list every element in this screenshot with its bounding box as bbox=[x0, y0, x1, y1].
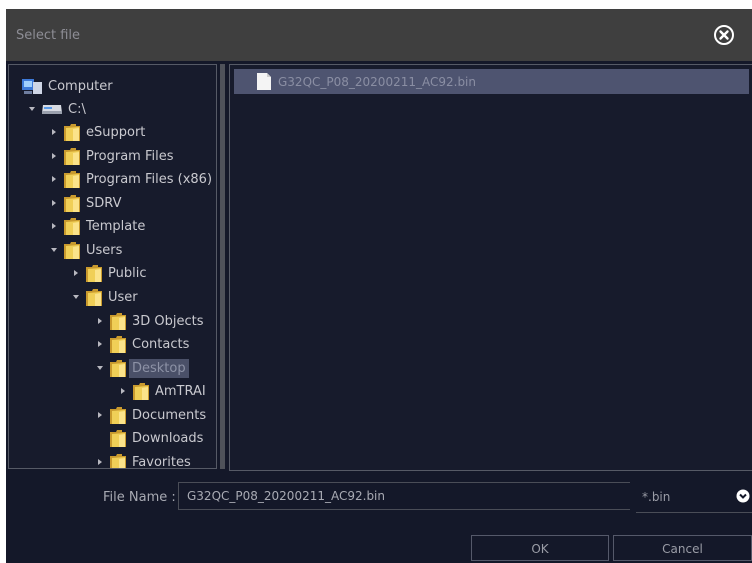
cancel-button[interactable]: Cancel bbox=[613, 535, 752, 561]
tree-item-label: SDRV bbox=[86, 195, 122, 211]
tree-item-label: Program Files (x86) bbox=[86, 171, 213, 187]
arrow-spacer bbox=[95, 433, 105, 443]
file-row[interactable]: G32QC_P08_20200211_AC92.bin bbox=[234, 69, 749, 94]
file-type-value: *.bin bbox=[642, 490, 671, 504]
expanded-arrow-icon[interactable] bbox=[95, 363, 105, 373]
collapsed-arrow-icon[interactable] bbox=[95, 457, 105, 467]
collapsed-arrow-icon[interactable] bbox=[95, 316, 105, 326]
ok-button[interactable]: OK bbox=[471, 535, 609, 561]
tree-item-label: Desktop bbox=[129, 358, 189, 378]
file-list[interactable]: G32QC_P08_20200211_AC92.bin bbox=[229, 64, 752, 471]
tree-item[interactable]: 3D Objects bbox=[95, 310, 204, 332]
collapsed-arrow-icon[interactable] bbox=[95, 410, 105, 420]
collapsed-arrow-icon[interactable] bbox=[49, 127, 59, 137]
tree-item-label: 3D Objects bbox=[132, 313, 204, 329]
drive-icon bbox=[41, 102, 63, 116]
collapsed-arrow-icon[interactable] bbox=[95, 339, 105, 349]
tree-item[interactable]: eSupport bbox=[49, 121, 145, 143]
tree-item-label: Template bbox=[86, 218, 146, 234]
collapsed-arrow-icon[interactable] bbox=[49, 221, 59, 231]
file-name-label: File Name : bbox=[103, 490, 176, 505]
collapsed-arrow-icon[interactable] bbox=[49, 198, 59, 208]
tree-item-label: Public bbox=[108, 265, 147, 281]
tree-item-label: C:\ bbox=[68, 101, 86, 117]
folder-icon bbox=[63, 216, 81, 236]
tree-item-label: Contacts bbox=[132, 336, 190, 352]
tree-item-label: Documents bbox=[132, 407, 207, 423]
tree-item[interactable]: Users bbox=[49, 239, 122, 261]
folder-icon bbox=[63, 240, 81, 260]
folder-icon bbox=[63, 122, 81, 142]
folder-icon bbox=[109, 311, 127, 331]
computer-icon bbox=[21, 76, 43, 96]
tree-item[interactable]: Documents bbox=[95, 404, 206, 426]
tree-item[interactable]: C:\ bbox=[27, 98, 86, 120]
tree-item[interactable]: Contacts bbox=[95, 333, 189, 355]
collapsed-arrow-icon[interactable] bbox=[49, 174, 59, 184]
tree-item-label: Downloads bbox=[132, 430, 204, 446]
tree-item-label: Computer bbox=[48, 78, 113, 94]
pane-splitter[interactable] bbox=[220, 64, 225, 469]
expanded-arrow-icon[interactable] bbox=[27, 104, 37, 114]
file-type-dropdown[interactable]: *.bin bbox=[636, 482, 752, 513]
folder-icon bbox=[132, 381, 150, 401]
tree-item[interactable]: Program Files bbox=[49, 145, 174, 167]
tree-item-label: AmTRAI bbox=[155, 383, 206, 399]
chevron-down-icon bbox=[736, 489, 750, 503]
tree-item-label: Favorites bbox=[132, 454, 191, 469]
file-icon bbox=[256, 72, 272, 91]
collapsed-arrow-icon[interactable] bbox=[118, 386, 128, 396]
tree-item[interactable]: AmTRAI bbox=[118, 380, 206, 402]
tree-item[interactable]: Downloads bbox=[95, 427, 203, 449]
folder-icon bbox=[109, 428, 127, 448]
tree-item-label: eSupport bbox=[86, 124, 146, 140]
tree-item[interactable]: Computer bbox=[21, 75, 113, 97]
dialog-title: Select file bbox=[16, 28, 81, 43]
collapsed-arrow-icon[interactable] bbox=[71, 268, 81, 278]
folder-icon bbox=[63, 169, 81, 189]
folder-icon bbox=[85, 263, 103, 283]
file-name-input[interactable] bbox=[178, 482, 630, 510]
tree-item[interactable]: Public bbox=[71, 262, 146, 284]
tree-item[interactable]: User bbox=[71, 286, 138, 308]
select-file-dialog: Select file Computer C:\ eSupport Program F… bbox=[6, 9, 752, 563]
tree-item[interactable]: Program Files (x86) bbox=[49, 168, 212, 190]
tree-item[interactable]: Favorites bbox=[95, 451, 191, 469]
tree-item[interactable]: Desktop bbox=[95, 357, 189, 379]
folder-icon bbox=[109, 452, 127, 468]
expanded-arrow-icon[interactable] bbox=[71, 292, 81, 302]
folder-icon bbox=[109, 358, 127, 378]
close-icon bbox=[714, 25, 734, 45]
tree-item-label: User bbox=[108, 289, 138, 305]
folder-icon bbox=[85, 287, 103, 307]
folder-icon bbox=[63, 193, 81, 213]
expanded-arrow-icon[interactable] bbox=[49, 245, 59, 255]
close-button[interactable] bbox=[713, 24, 735, 46]
folder-icon bbox=[109, 334, 127, 354]
folder-icon bbox=[63, 146, 81, 166]
tree-item-label: Users bbox=[86, 242, 123, 258]
tree-item[interactable]: SDRV bbox=[49, 192, 121, 214]
tree-item[interactable]: Template bbox=[49, 215, 145, 237]
folder-icon bbox=[109, 405, 127, 425]
file-name: G32QC_P08_20200211_AC92.bin bbox=[278, 74, 476, 89]
folder-tree[interactable]: Computer C:\ eSupport Program Files Program … bbox=[8, 64, 217, 469]
collapsed-arrow-icon[interactable] bbox=[49, 151, 59, 161]
title-bar: Select file bbox=[6, 9, 752, 61]
tree-item-label: Program Files bbox=[86, 148, 174, 164]
